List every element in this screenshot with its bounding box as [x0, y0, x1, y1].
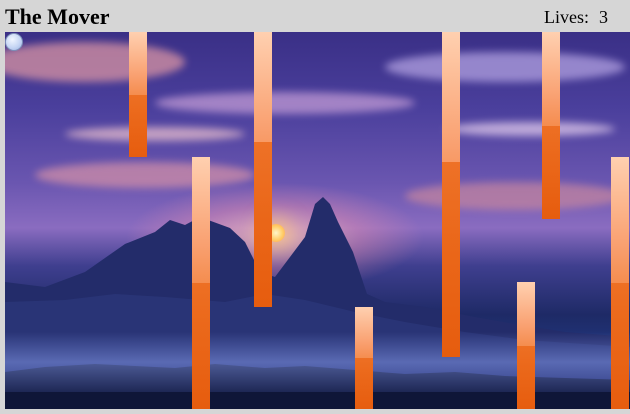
game-header: The Mover Lives: 3: [0, 0, 630, 32]
lives-display: Lives: 3: [544, 7, 608, 28]
obstacle-bar: [542, 32, 560, 219]
lives-count: 3: [599, 7, 608, 27]
obstacle-bar: [611, 157, 629, 409]
obstacle-bar: [254, 32, 272, 307]
lives-label: Lives:: [544, 7, 589, 27]
game-title: The Mover: [5, 4, 110, 29]
obstacle-bar: [355, 307, 373, 409]
player-ball-icon[interactable]: [5, 33, 23, 51]
obstacle-bar: [517, 282, 535, 409]
valley-mist: [5, 332, 630, 392]
obstacle-bar: [442, 32, 460, 357]
obstacle-bar: [129, 32, 147, 157]
obstacle-bar: [192, 157, 210, 409]
game-board[interactable]: [5, 32, 630, 409]
